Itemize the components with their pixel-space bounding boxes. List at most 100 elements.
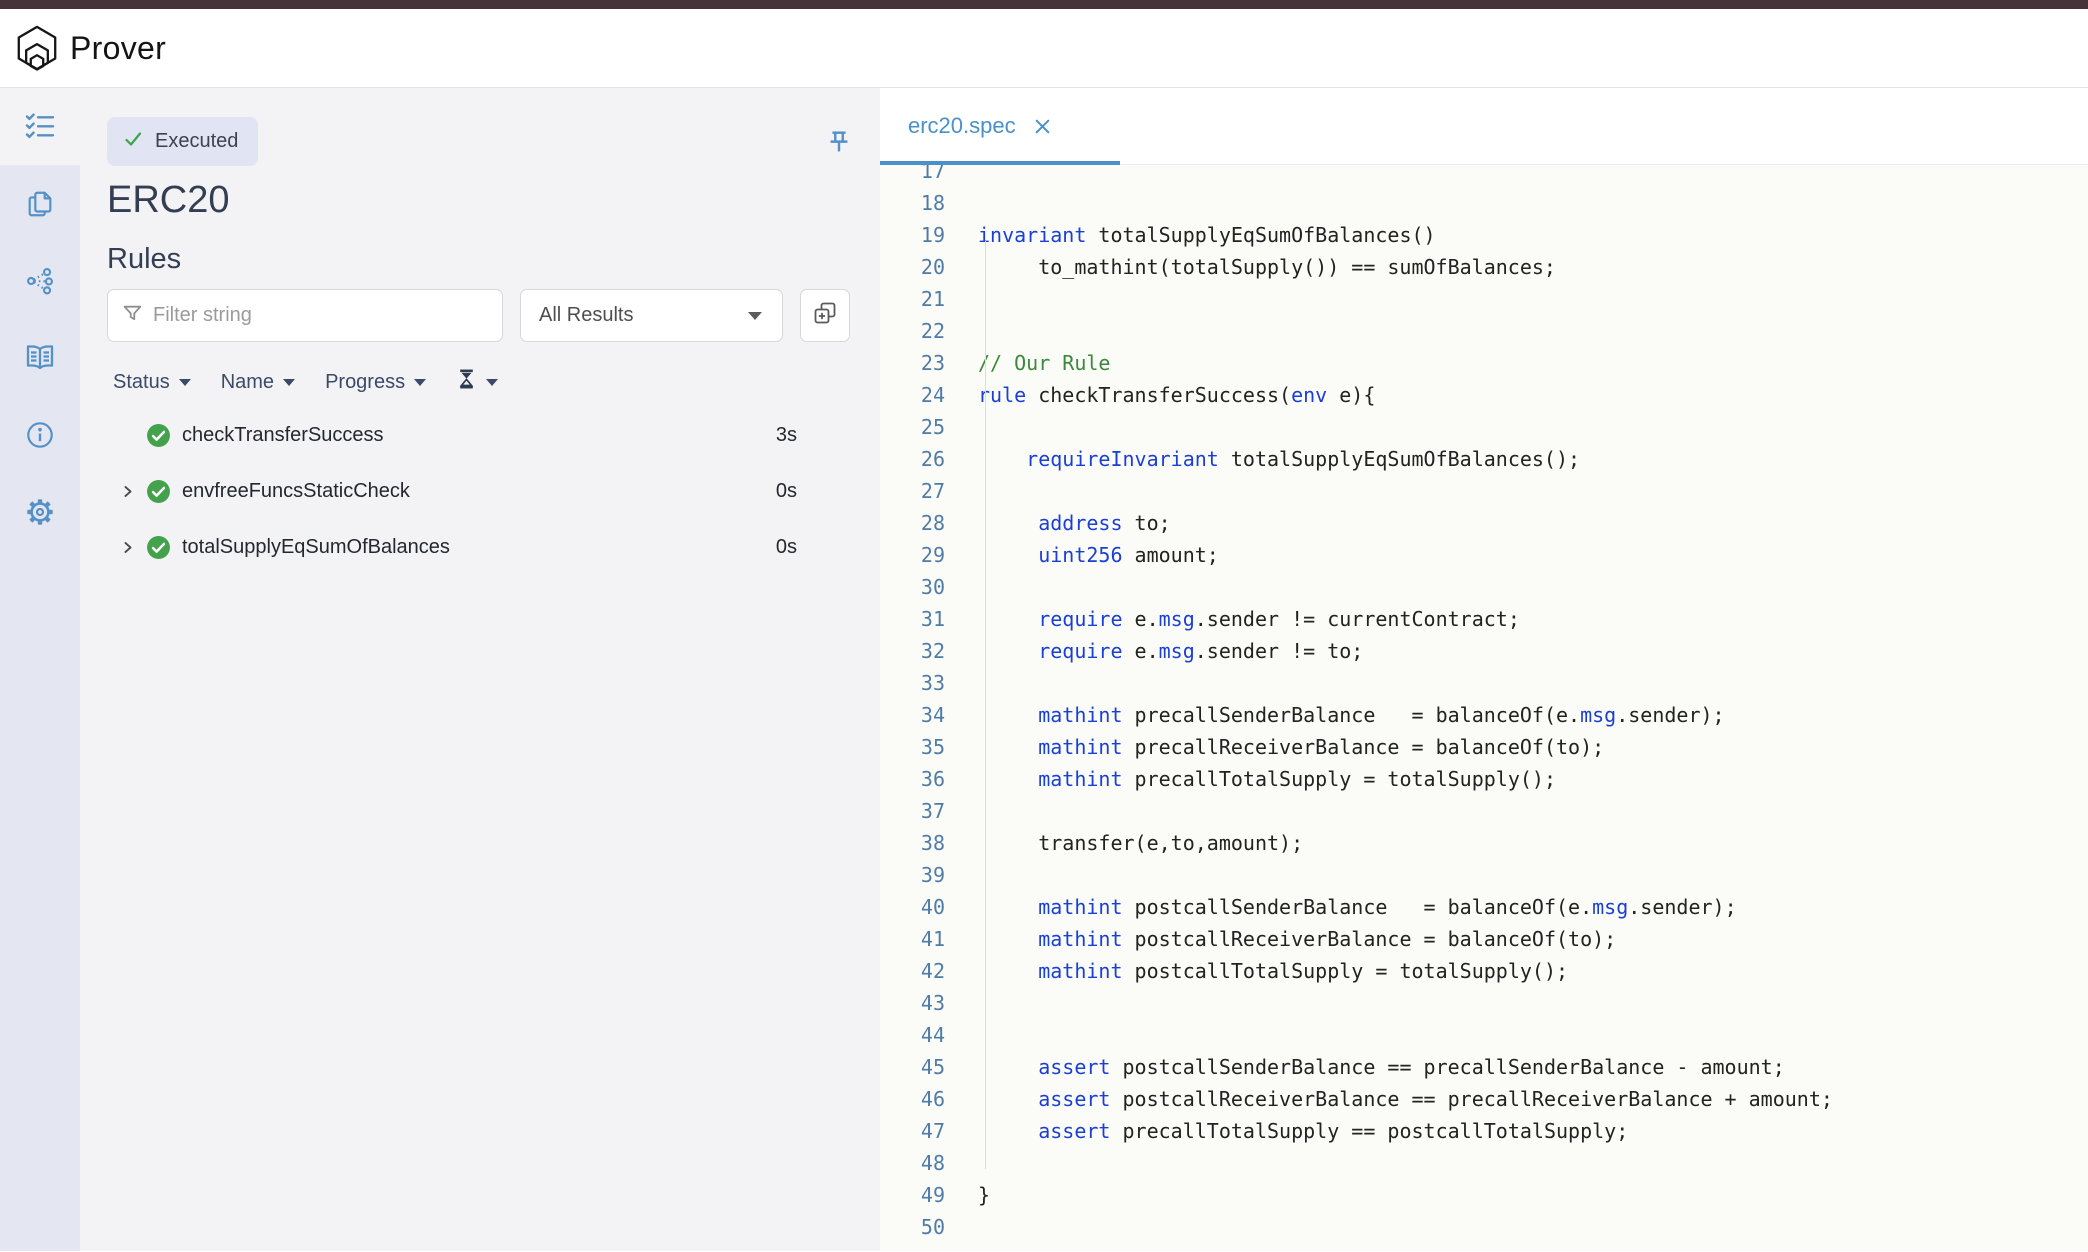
line-content [945, 667, 978, 699]
line-content: address to; [945, 507, 1171, 539]
line-number: 31 [880, 603, 945, 635]
code-line: 18 [880, 187, 2088, 219]
line-number: 44 [880, 1019, 945, 1051]
app-name: Prover [70, 30, 166, 67]
table-row[interactable]: totalSupplyEqSumOfBalances 0s [107, 519, 850, 575]
line-content: to_mathint(totalSupply()) == sumOfBalanc… [945, 251, 1556, 283]
line-content: rule checkTransferSuccess(env e){ [945, 379, 1375, 411]
line-content: // Our Rule [945, 347, 1110, 379]
line-number: 45 [880, 1051, 945, 1083]
top-accent-bar [0, 0, 2088, 9]
line-number: 20 [880, 251, 945, 283]
app-header: Prover [0, 9, 2088, 88]
line-content: uint256 amount; [945, 539, 1219, 571]
indent-guide [985, 241, 986, 1169]
tab-erc20-spec[interactable]: erc20.spec [880, 88, 1120, 164]
code-line: 42 mathint postcallTotalSupply = totalSu… [880, 955, 2088, 987]
sidebar-item-settings[interactable] [0, 473, 80, 550]
funnel-icon [122, 303, 143, 329]
caret-down-icon [748, 312, 762, 320]
rule-duration: 0s [776, 536, 797, 559]
rule-name: totalSupplyEqSumOfBalances [182, 536, 450, 559]
code-line: 50 [880, 1211, 2088, 1243]
line-number: 32 [880, 635, 945, 667]
check-icon [123, 129, 144, 154]
column-header-status[interactable]: Status [113, 371, 191, 394]
code-line: 26 requireInvariant totalSupplyEqSumOfBa… [880, 443, 2088, 475]
rule-duration: 3s [776, 424, 797, 447]
line-number: 46 [880, 1083, 945, 1115]
code-line: 32 require e.msg.sender != to; [880, 635, 2088, 667]
table-row[interactable]: envfreeFuncsStaticCheck 0s [107, 463, 850, 519]
rule-name: checkTransferSuccess [182, 424, 384, 447]
hourglass-icon [456, 368, 477, 396]
line-number: 33 [880, 667, 945, 699]
sidebar-item-call-graph[interactable] [0, 242, 80, 319]
code-line: 43 [880, 987, 2088, 1019]
column-label-name: Name [221, 371, 274, 394]
line-content: assert postcallReceiverBalance == precal… [945, 1083, 1833, 1115]
line-number: 18 [880, 187, 945, 219]
checklist-icon [24, 111, 56, 143]
code-line: 49 } [880, 1179, 2088, 1211]
status-passed-icon [146, 423, 171, 448]
rules-table: checkTransferSuccess 3s envfreeFuncsStat… [107, 407, 850, 575]
line-number: 42 [880, 955, 945, 987]
line-number: 51 [880, 1243, 945, 1251]
line-number: 38 [880, 827, 945, 859]
line-number: 29 [880, 539, 945, 571]
column-header-name[interactable]: Name [221, 371, 295, 394]
line-content [945, 1243, 978, 1251]
line-content: mathint precallSenderBalance = balanceOf… [945, 699, 1725, 731]
code-line: 27 [880, 475, 2088, 507]
code-line: 35 mathint precallReceiverBalance = bala… [880, 731, 2088, 763]
table-header: Status Name Progress [107, 368, 850, 396]
line-content [945, 475, 978, 507]
line-number: 50 [880, 1211, 945, 1243]
sidebar-item-docs[interactable] [0, 319, 80, 396]
column-header-duration[interactable] [456, 368, 498, 396]
line-content [945, 411, 978, 443]
code-line: 44 [880, 1019, 2088, 1051]
status-badge: Executed [107, 117, 258, 166]
column-header-progress[interactable]: Progress [325, 371, 426, 394]
sidebar-item-info[interactable] [0, 396, 80, 473]
code-line: 28 address to; [880, 507, 2088, 539]
table-row[interactable]: checkTransferSuccess 3s [107, 407, 850, 463]
code-line: 17 [880, 165, 2088, 187]
line-number: 37 [880, 795, 945, 827]
line-number: 23 [880, 347, 945, 379]
pin-button[interactable] [824, 128, 854, 163]
line-number: 47 [880, 1115, 945, 1147]
sidebar-item-files[interactable] [0, 165, 80, 242]
column-label-progress: Progress [325, 371, 405, 394]
duplicate-view-button[interactable] [800, 289, 850, 342]
filter-input[interactable] [153, 304, 488, 327]
app-logo[interactable]: Prover [14, 24, 166, 72]
copy-files-icon [25, 189, 55, 219]
line-content [945, 1147, 978, 1179]
line-content [945, 571, 978, 603]
line-content: mathint postcallTotalSupply = totalSuppl… [945, 955, 1568, 987]
line-number: 19 [880, 219, 945, 251]
code-line: 21 [880, 283, 2088, 315]
line-number: 28 [880, 507, 945, 539]
line-number: 40 [880, 891, 945, 923]
code-line: 48 [880, 1147, 2088, 1179]
code-line: 41 mathint postcallReceiverBalance = bal… [880, 923, 2088, 955]
close-icon[interactable] [1033, 117, 1052, 136]
code-line: 20 to_mathint(totalSupply()) == sumOfBal… [880, 251, 2088, 283]
code-line: 45 assert postcallSenderBalance == preca… [880, 1051, 2088, 1083]
line-content [945, 859, 978, 891]
line-number: 49 [880, 1179, 945, 1211]
code-viewport[interactable]: 17 18 19 invariant totalSupplyEqSumOfBal… [880, 165, 2088, 1251]
info-icon [25, 420, 55, 450]
line-number: 36 [880, 763, 945, 795]
chevron-right-icon[interactable] [120, 483, 138, 500]
nested-hexagons-icon [14, 24, 60, 72]
chevron-right-icon[interactable] [120, 539, 138, 556]
sidebar-item-rules[interactable] [0, 88, 80, 165]
line-content [945, 315, 978, 347]
results-filter-select[interactable]: All Results [520, 289, 783, 342]
line-content: require e.msg.sender != to; [945, 635, 1363, 667]
